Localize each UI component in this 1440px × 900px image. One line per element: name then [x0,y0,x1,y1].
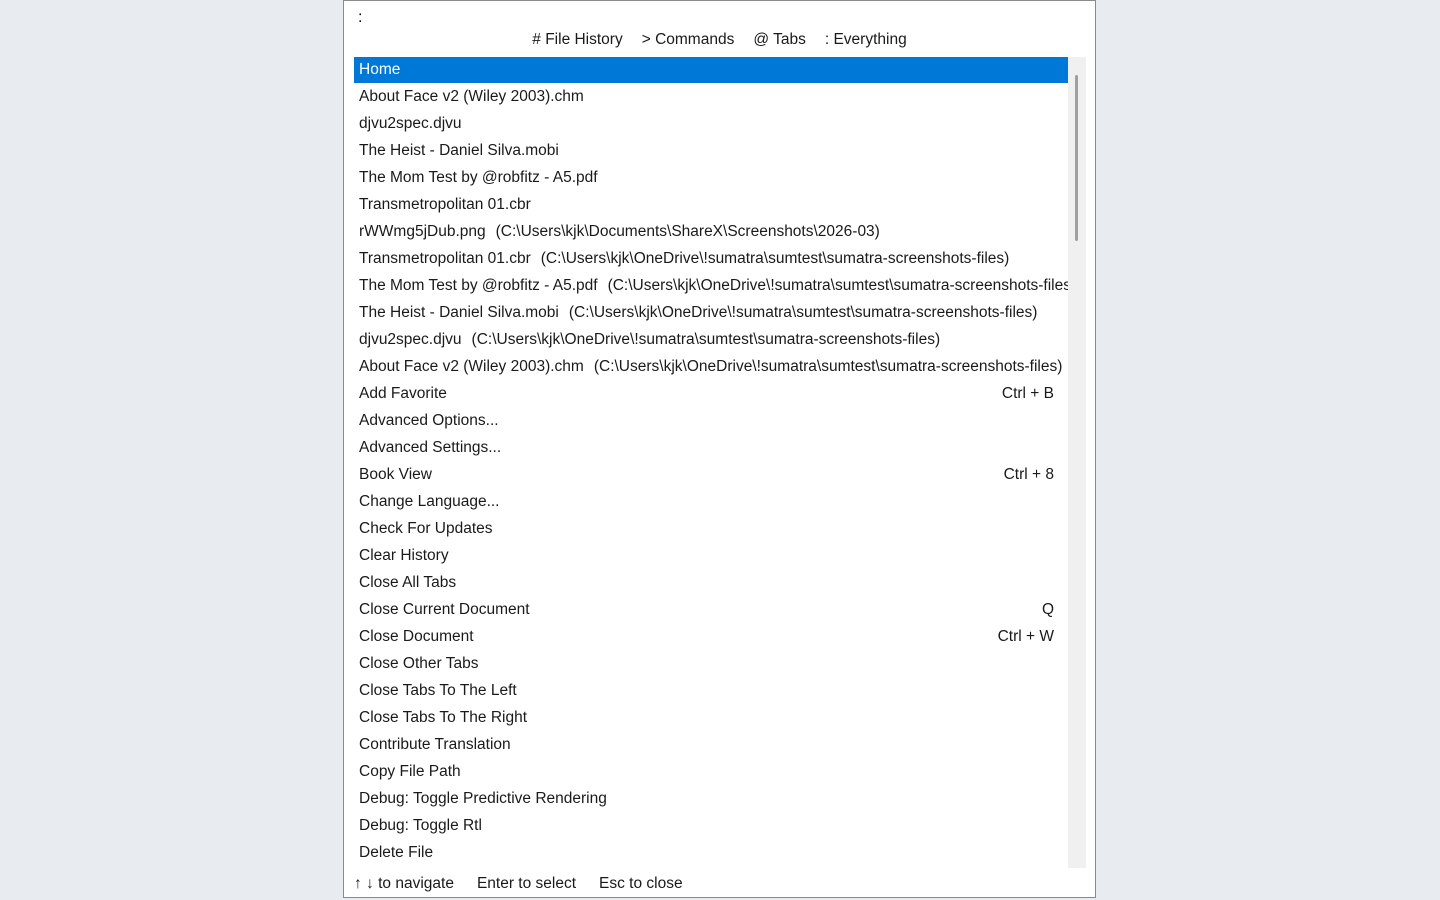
command-palette: # File History > Commands @ Tabs : Every… [343,0,1096,898]
filter-file-history[interactable]: # File History [532,31,622,53]
list-item[interactable]: About Face v2 (Wiley 2003).chm [354,83,1068,110]
list-item[interactable]: Close Tabs To The Left [354,677,1068,704]
list-item-label: Contribute Translation [359,736,511,753]
list-item[interactable]: Close All Tabs [354,569,1068,596]
list-item-label: Debug: Toggle Predictive Rendering [359,790,607,807]
list-item-label: Close All Tabs [359,574,457,591]
list-item-label: Close Current Document [359,601,530,618]
list-item[interactable]: The Mom Test by @robfitz - A5.pdf (C:\Use… [354,272,1068,299]
list-item-path: (C:\Users\kjk\OneDrive\!sumatra\sumtest\… [540,250,1010,267]
list-item-label: Advanced Settings... [359,439,502,456]
list-item[interactable]: Close Tabs To The Right [354,704,1068,731]
list-item[interactable]: The Heist - Daniel Silva.mobi (C:\Users\k… [354,299,1068,326]
list-item[interactable]: Clear History [354,542,1068,569]
list-item[interactable]: Debug: Toggle Rtl [354,812,1068,839]
hint-close: Esc to close [599,875,683,892]
list-item[interactable]: Transmetropolitan 01.cbr [354,191,1068,218]
list-item-label: Home [359,61,401,78]
list-item-label: djvu2spec.djvu [359,115,462,132]
list-item[interactable]: Advanced Settings... [354,434,1068,461]
filter-everything[interactable]: : Everything [825,31,907,53]
list-item[interactable]: Home [354,57,1068,83]
list-item-label: rWWmg5jDub.png [359,223,486,240]
list-item-label: Delete File [359,844,434,861]
list-item[interactable]: About Face v2 (Wiley 2003).chm (C:\Users\… [354,353,1068,380]
list-item[interactable]: The Mom Test by @robfitz - A5.pdf [354,164,1068,191]
list-item-label: About Face v2 (Wiley 2003).chm [359,358,584,375]
list-item[interactable]: Contribute Translation [354,731,1068,758]
list-item-path: (C:\Users\kjk\OneDrive\!sumatra\sumtest\… [471,331,941,348]
list-item-path: (C:\Users\kjk\OneDrive\!sumatra\sumtest\… [607,277,1068,294]
list-item[interactable]: Close Current Document Q [354,596,1068,623]
list-item[interactable]: Close Document Ctrl + W [354,623,1068,650]
list-item[interactable]: rWWmg5jDub.png (C:\Users\kjk\Documents\Sh… [354,218,1068,245]
list-item[interactable]: Copy File Path [354,758,1068,785]
filter-hints: # File History > Commands @ Tabs : Every… [344,31,1095,53]
list-item-label: Advanced Options... [359,412,499,429]
list-item-label: The Mom Test by @robfitz - A5.pdf [359,169,598,186]
footer-hints: ↑ ↓ to navigate Enter to select Esc to c… [354,875,683,895]
list-item[interactable]: The Heist - Daniel Silva.mobi [354,137,1068,164]
list-item-path: (C:\Users\kjk\OneDrive\!sumatra\sumtest\… [593,358,1063,375]
list-item-label: Check For Updates [359,520,493,537]
list-item-shortcut: Ctrl + W [989,623,1054,650]
list-item-label: The Heist - Daniel Silva.mobi [359,142,559,159]
list-item-label: Book View [359,466,432,483]
filter-tabs[interactable]: @ Tabs [753,31,806,53]
list-item-shortcut: Ctrl + B [993,380,1054,407]
list-item[interactable]: Transmetropolitan 01.cbr (C:\Users\kjk\On… [354,245,1068,272]
list-item-label: About Face v2 (Wiley 2003).chm [359,88,584,105]
list-item-label: Close Tabs To The Left [359,682,517,699]
list-item-label: Transmetropolitan 01.cbr [359,250,531,267]
list-item-label: Change Language... [359,493,500,510]
list-item[interactable]: Change Language... [354,488,1068,515]
list-item-path: (C:\Users\kjk\OneDrive\!sumatra\sumtest\… [568,304,1038,321]
scrollbar-thumb[interactable] [1075,75,1078,241]
list-item-label: Clear History [359,547,449,564]
hint-select: Enter to select [476,875,577,892]
scrollbar[interactable] [1068,57,1086,868]
list-item-label: Copy File Path [359,763,461,780]
list-item[interactable]: Close Other Tabs [354,650,1068,677]
hint-navigate: ↑ ↓ to navigate [354,875,454,892]
list-item-label: Transmetropolitan 01.cbr [359,196,531,213]
filter-commands[interactable]: > Commands [642,31,735,53]
list-item-path: (C:\Users\kjk\Documents\ShareX\Screensho… [495,223,880,240]
list-item-shortcut: Ctrl + 8 [995,461,1054,488]
list-item[interactable]: Debug: Toggle Predictive Rendering [354,785,1068,812]
list-item-label: Add Favorite [359,385,447,402]
list-item[interactable]: djvu2spec.djvu [354,110,1068,137]
list-item-label: The Mom Test by @robfitz - A5.pdf [359,277,598,294]
list-item-label: djvu2spec.djvu [359,331,462,348]
list-item-shortcut: Q [1033,596,1054,623]
list-item-label: Close Tabs To The Right [359,709,528,726]
list-item[interactable]: Add Favorite Ctrl + B [354,380,1068,407]
list-item[interactable]: Advanced Options... [354,407,1068,434]
list-item[interactable]: Check For Updates [354,515,1068,542]
list-item-label: Close Other Tabs [359,655,479,672]
list-item-label: Close Document [359,628,474,645]
list-item[interactable]: djvu2spec.djvu (C:\Users\kjk\OneDrive\!su… [354,326,1068,353]
list-item-label: Debug: Toggle Rtl [359,817,482,834]
list-item-label: The Heist - Daniel Silva.mobi [359,304,559,321]
results-list: Home About Face v2 (Wiley 2003).chm djvu2s… [354,57,1068,868]
search-input[interactable] [354,6,1084,30]
list-item[interactable]: Book View Ctrl + 8 [354,461,1068,488]
list-item[interactable]: Delete File [354,839,1068,866]
